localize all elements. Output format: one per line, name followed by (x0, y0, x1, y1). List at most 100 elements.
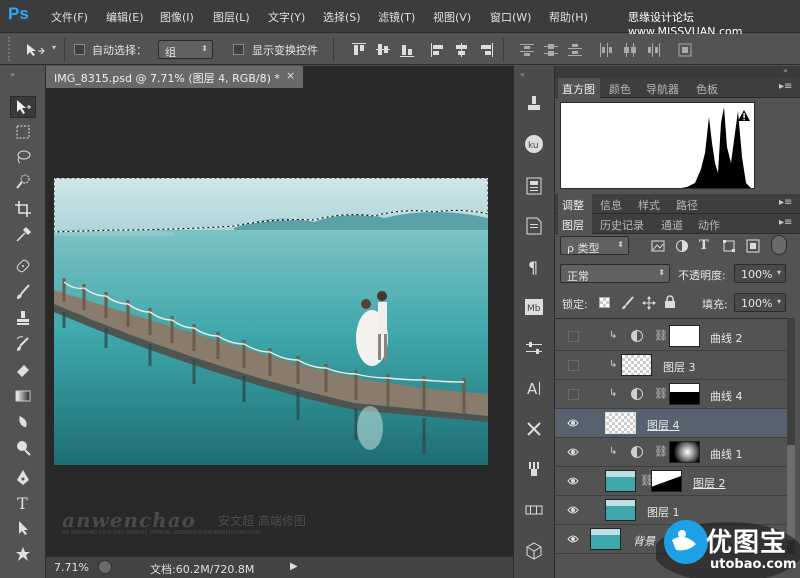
layer-name[interactable]: 曲线 2 (710, 330, 743, 346)
filter-pixel-icon[interactable] (651, 240, 665, 252)
healing-tool[interactable] (10, 255, 36, 277)
menu-window[interactable]: 窗口(W) (490, 9, 531, 25)
filter-smart-object-icon[interactable] (746, 239, 760, 253)
brush-tool[interactable] (10, 281, 36, 303)
dock-history-button[interactable] (520, 92, 548, 114)
eraser-tool[interactable] (10, 359, 36, 381)
layer-name[interactable]: 背景 (633, 533, 655, 549)
layer-row-curves-1[interactable]: ↳ ⛓ 曲线 1 (555, 438, 795, 467)
filter-shape-icon[interactable] (722, 239, 736, 253)
menu-select[interactable]: 选择(S) (323, 9, 361, 25)
dock-adjustments-button[interactable] (520, 337, 548, 359)
status-menu-arrow-icon[interactable]: ▶ (290, 561, 298, 572)
status-info-icon[interactable] (98, 560, 112, 574)
dock-kuler-button[interactable]: ku (520, 133, 548, 155)
collapse-icon[interactable]: » (783, 66, 788, 75)
stamp-tool[interactable] (10, 307, 36, 329)
pen-tool[interactable] (10, 467, 36, 489)
layer-filter-dropdown[interactable]: ρ 类型 ⬍ (560, 236, 629, 255)
tab-history[interactable]: 历史记录 (600, 217, 644, 233)
distribute-hcenter-icon[interactable] (622, 42, 638, 58)
layer-row-curves-2[interactable]: ↳ ⛓ 曲线 2 (555, 322, 795, 351)
eyedropper-tool[interactable] (10, 224, 36, 246)
menu-help[interactable]: 帮助(H) (549, 9, 588, 25)
path-select-tool[interactable] (10, 517, 36, 539)
tab-paths[interactable]: 路径 (676, 197, 698, 213)
align-vcenter-icon[interactable] (375, 42, 391, 58)
menu-image[interactable]: 图像(I) (160, 9, 194, 25)
tab-layers[interactable]: 图层 (562, 217, 584, 233)
tab-color[interactable]: 颜色 (609, 81, 631, 97)
layer-name[interactable]: 曲线 4 (710, 388, 743, 404)
menu-edit[interactable]: 编辑(E) (106, 9, 144, 25)
move-tool[interactable] (10, 96, 36, 118)
move-tool-icon[interactable] (24, 42, 48, 58)
align-top-icon[interactable] (351, 42, 367, 58)
fill-input[interactable]: 100% ▾ (734, 293, 786, 312)
dodge-tool[interactable] (10, 437, 36, 459)
dock-tool-presets-button[interactable] (520, 418, 548, 440)
dock-brush-presets-button[interactable] (520, 458, 548, 480)
align-left-icon[interactable] (430, 42, 446, 58)
eye-icon[interactable] (567, 505, 579, 515)
marquee-tool[interactable] (10, 121, 36, 143)
dock-timeline-button[interactable] (520, 499, 548, 521)
visibility-off-box[interactable] (568, 389, 579, 400)
distribute-top-icon[interactable] (519, 42, 535, 58)
menu-layer[interactable]: 图层(L) (213, 9, 250, 25)
dock-mini-bridge-button[interactable]: Mb (520, 296, 548, 318)
layer-row-layer-3[interactable]: ↳ 图层 3 (555, 351, 795, 380)
lock-transparent-icon[interactable] (599, 297, 610, 308)
visibility-off-box[interactable] (568, 360, 579, 371)
lasso-tool[interactable] (10, 146, 36, 168)
tab-swatches[interactable]: 色板 (696, 81, 718, 97)
tab-histogram[interactable]: 直方图 (562, 81, 595, 97)
dock-paragraph-button[interactable]: ¶ (520, 256, 548, 278)
layer-name[interactable]: 图层 4 (647, 417, 680, 433)
lock-position-move-icon[interactable] (642, 296, 656, 310)
layer-row-curves-4[interactable]: ↳ ⛓ 曲线 4 (555, 380, 795, 409)
eye-icon[interactable] (567, 418, 579, 428)
menu-type[interactable]: 文字(Y) (268, 9, 305, 25)
panel-menu-icon[interactable]: ▸≡ (779, 197, 792, 208)
warning-icon[interactable] (737, 109, 751, 122)
show-transform-checkbox[interactable] (233, 44, 244, 55)
menu-filter[interactable]: 滤镜(T) (378, 9, 415, 25)
collapse-icon[interactable]: « (520, 70, 525, 79)
opacity-input[interactable]: 100% ▾ (734, 264, 786, 283)
blur-tool[interactable] (10, 411, 36, 433)
distribute-vcenter-icon[interactable] (543, 42, 559, 58)
menu-file[interactable]: 文件(F) (51, 9, 88, 25)
menu-view[interactable]: 视图(V) (433, 9, 471, 25)
tab-navigator[interactable]: 导航器 (646, 81, 679, 97)
tab-adjustments[interactable]: 调整 (562, 197, 584, 213)
document-canvas[interactable] (54, 178, 488, 465)
lock-pixels-brush-icon[interactable] (621, 296, 635, 310)
filter-type-icon[interactable]: T (699, 238, 709, 253)
filter-toggle-switch[interactable] (771, 235, 787, 255)
dock-character-button[interactable]: A (520, 377, 548, 399)
zoom-level[interactable]: 7.71% (54, 561, 89, 574)
type-tool[interactable]: T (10, 492, 36, 514)
distribute-left-icon[interactable] (598, 42, 614, 58)
layer-name[interactable]: 曲线 1 (710, 446, 743, 462)
tab-info[interactable]: 信息 (600, 197, 622, 213)
visibility-off-box[interactable] (568, 331, 579, 342)
align-hcenter-icon[interactable] (454, 42, 470, 58)
history-brush-tool[interactable] (10, 333, 36, 355)
document-tab[interactable]: IMG_8315.psd @ 7.71% (图层 4, RGB/8) * × (46, 66, 304, 88)
custom-shape-tool[interactable] (10, 543, 36, 565)
panel-menu-icon[interactable]: ▸≡ (779, 217, 792, 228)
align-right-icon[interactable] (478, 42, 494, 58)
eye-icon[interactable] (567, 476, 579, 486)
dock-3d-button[interactable] (520, 540, 548, 562)
panel-menu-icon[interactable]: ▸≡ (779, 81, 792, 92)
auto-select-checkbox[interactable] (74, 44, 85, 55)
filter-adjustment-icon[interactable] (675, 239, 689, 253)
layer-row-layer-2[interactable]: ⛓ 图层 2 (555, 467, 795, 496)
layer-name[interactable]: 图层 3 (663, 359, 696, 375)
dock-notes-button[interactable] (520, 215, 548, 237)
lock-all-icon[interactable] (664, 295, 676, 309)
tab-styles[interactable]: 样式 (638, 197, 660, 213)
quick-select-tool[interactable] (10, 171, 36, 193)
